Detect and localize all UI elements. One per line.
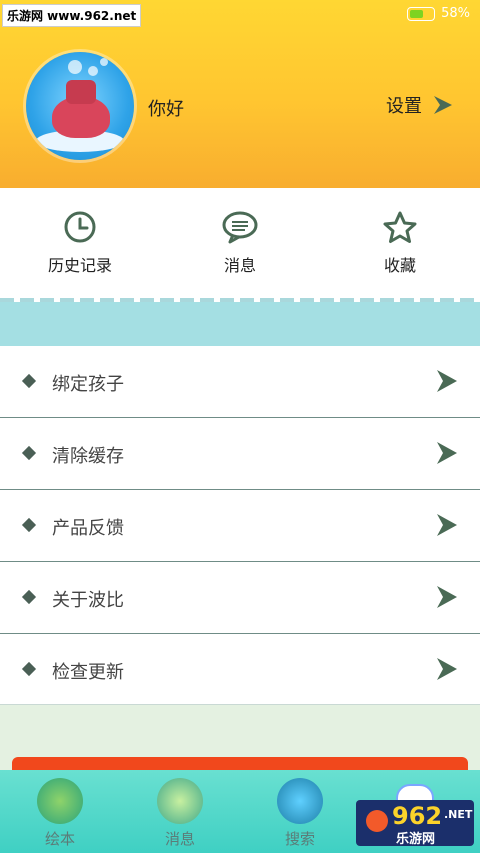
arrow-right-icon bbox=[437, 370, 457, 392]
menu-item-feedback[interactable]: 产品反馈 bbox=[0, 490, 480, 562]
quick-favorites-label: 收藏 bbox=[383, 256, 416, 275]
menu-item-bind-child[interactable]: 绑定孩子 bbox=[0, 346, 480, 418]
diamond-icon bbox=[21, 589, 37, 605]
diamond-icon bbox=[21, 373, 37, 389]
tab-picture-books[interactable]: 绘本 bbox=[0, 770, 120, 853]
arrow-right-icon bbox=[437, 514, 457, 536]
book-icon bbox=[37, 778, 83, 824]
chat-icon bbox=[222, 211, 258, 244]
menu-item-label: 关于波比 bbox=[52, 590, 124, 611]
clock-icon bbox=[64, 211, 96, 243]
arrow-right-icon bbox=[437, 658, 457, 680]
diamond-icon bbox=[21, 661, 37, 677]
quick-messages[interactable]: 消息 bbox=[160, 188, 320, 298]
envelope-icon bbox=[157, 778, 203, 824]
menu-item-check-update[interactable]: 检查更新 bbox=[0, 634, 480, 707]
quick-messages-label: 消息 bbox=[223, 256, 256, 275]
tab-search[interactable]: 搜索 bbox=[240, 770, 360, 853]
avatar[interactable] bbox=[26, 52, 134, 160]
status-bar: 乐游网 www.962.net 58% bbox=[0, 0, 480, 28]
quick-actions: 历史记录 消息 收藏 bbox=[0, 188, 480, 298]
quick-history-label: 历史记录 bbox=[47, 256, 112, 275]
profile-header: 你好 设置 bbox=[0, 0, 480, 188]
tab-label: 搜索 bbox=[284, 830, 315, 848]
dashed-divider bbox=[0, 298, 480, 302]
battery-percent: 58% bbox=[441, 6, 470, 21]
menu-item-label: 检查更新 bbox=[52, 662, 124, 683]
menu-item-clear-cache[interactable]: 清除缓存 bbox=[0, 418, 480, 490]
settings-label: 设置 bbox=[386, 96, 422, 117]
arrow-right-icon bbox=[434, 96, 452, 114]
menu-item-label: 绑定孩子 bbox=[52, 374, 124, 395]
arrow-right-icon bbox=[437, 442, 457, 464]
tab-messages[interactable]: 消息 bbox=[120, 770, 240, 853]
diamond-icon bbox=[21, 517, 37, 533]
logo-number: 962 bbox=[392, 802, 443, 830]
arrow-right-icon bbox=[437, 586, 457, 608]
quick-favorites[interactable]: 收藏 bbox=[320, 188, 480, 298]
tab-label: 绘本 bbox=[44, 830, 75, 848]
divider-band bbox=[0, 298, 480, 346]
site-logo: 962 .NET 乐游网 bbox=[356, 800, 474, 847]
watermark: 乐游网 www.962.net bbox=[2, 4, 142, 27]
settings-menu: 绑定孩子 清除缓存 产品反馈 关于波比 检查更新 bbox=[0, 346, 480, 707]
menu-item-label: 清除缓存 bbox=[52, 446, 124, 467]
quick-history[interactable]: 历史记录 bbox=[0, 188, 160, 298]
menu-item-about[interactable]: 关于波比 bbox=[0, 562, 480, 634]
tab-label: 消息 bbox=[164, 830, 195, 848]
settings-button[interactable]: 设置 bbox=[386, 92, 454, 118]
battery-icon bbox=[407, 6, 436, 21]
diamond-icon bbox=[21, 445, 37, 461]
logo-text: 乐游网 bbox=[396, 832, 436, 847]
logo-suffix: .NET bbox=[444, 808, 473, 821]
star-icon bbox=[383, 211, 417, 243]
greeting-text: 你好 bbox=[148, 99, 184, 120]
search-icon bbox=[277, 778, 323, 824]
battery-indicator: 58% bbox=[407, 6, 470, 21]
menu-item-label: 产品反馈 bbox=[52, 518, 124, 539]
